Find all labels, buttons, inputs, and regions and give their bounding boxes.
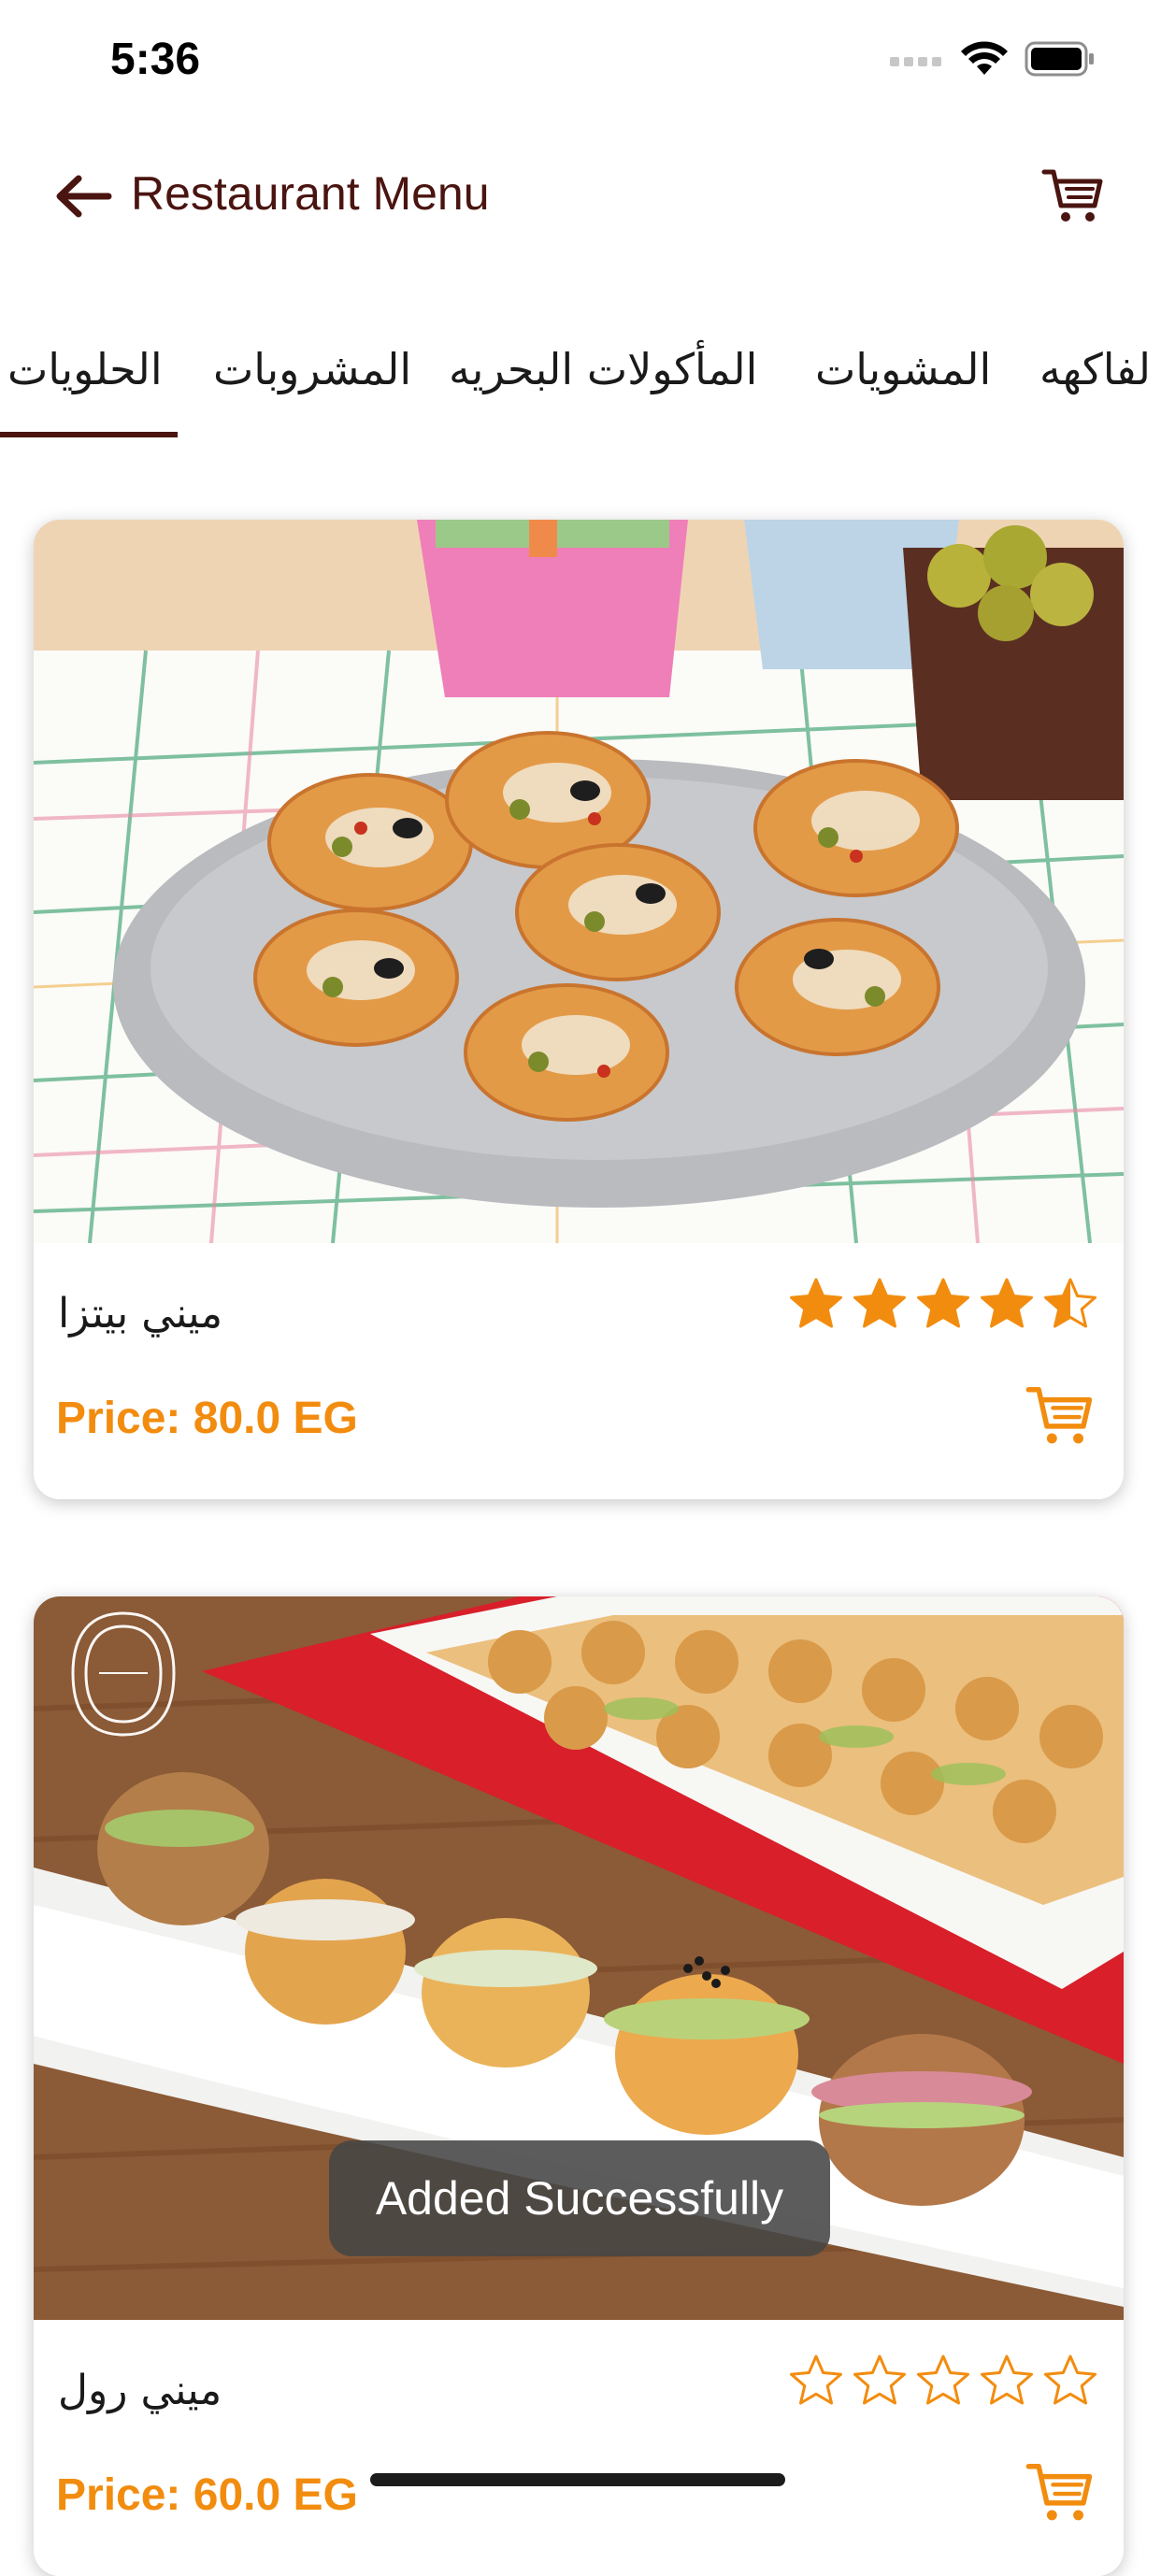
page-title: Restaurant Menu	[131, 167, 490, 220]
star-empty-icon[interactable]	[980, 2354, 1034, 2408]
item-price: Price: 80.0 EG	[56, 1394, 358, 1443]
star-filled-icon[interactable]	[980, 1277, 1034, 1331]
wifi-icon	[961, 41, 1008, 75]
tab-selected-indicator	[0, 432, 178, 437]
star-empty-icon[interactable]	[853, 2354, 907, 2408]
tab-fruits[interactable]: لفاكهه	[1039, 344, 1151, 394]
star-filled-icon[interactable]	[789, 1277, 843, 1331]
item-price: Price: 60.0 EG	[56, 2470, 358, 2520]
rating-stars[interactable]	[789, 1277, 1097, 1331]
item-info: ميني رول Price: 60.0 EG	[34, 2320, 1124, 2576]
add-to-cart-icon[interactable]	[1025, 2460, 1096, 2526]
star-filled-icon[interactable]	[916, 1277, 970, 1331]
star-empty-icon[interactable]	[916, 2354, 970, 2408]
status-time: 5:36	[110, 35, 201, 84]
signal-icon	[890, 57, 941, 66]
item-name: ميني بيتزا	[58, 1290, 223, 1338]
star-filled-icon[interactable]	[853, 1277, 907, 1331]
add-to-cart-icon[interactable]	[1025, 1383, 1096, 1449]
status-bar: 5:36	[0, 0, 1161, 131]
back-arrow-icon	[56, 175, 112, 218]
tab-drinks[interactable]: المشروبات	[213, 344, 411, 394]
tab-grills[interactable]: المشويات	[815, 344, 991, 394]
menu-item-card[interactable]: ميني رول Price: 60.0 EG	[34, 1596, 1124, 2576]
tab-desserts[interactable]: الحلويات	[7, 344, 163, 394]
menu-item-card[interactable]: ميني بيتزا Price: 80.0 EG	[34, 520, 1124, 1499]
category-tabs: الحلويات المشروبات المأكولات البحريه الم…	[0, 336, 1161, 439]
status-icons	[890, 41, 1096, 77]
toast-message: Added Successfully	[329, 2140, 830, 2256]
back-button[interactable]	[50, 168, 116, 224]
tab-seafood[interactable]: المأكولات البحريه	[449, 344, 757, 394]
item-image	[34, 520, 1124, 1243]
app-header: Restaurant Menu	[0, 140, 1161, 252]
star-half-icon[interactable]	[1043, 1277, 1097, 1331]
item-info: ميني بيتزا Price: 80.0 EG	[34, 1243, 1124, 1499]
home-indicator	[370, 2473, 785, 2486]
rating-stars[interactable]	[789, 2354, 1097, 2408]
mini-pizza-photo	[34, 520, 1124, 1243]
star-empty-icon[interactable]	[789, 2354, 843, 2408]
cart-button[interactable]	[1036, 159, 1111, 234]
item-name: ميني رول	[58, 2367, 222, 2414]
star-empty-icon[interactable]	[1043, 2354, 1097, 2408]
battery-icon	[1025, 41, 1094, 77]
cart-icon	[1041, 169, 1103, 222]
